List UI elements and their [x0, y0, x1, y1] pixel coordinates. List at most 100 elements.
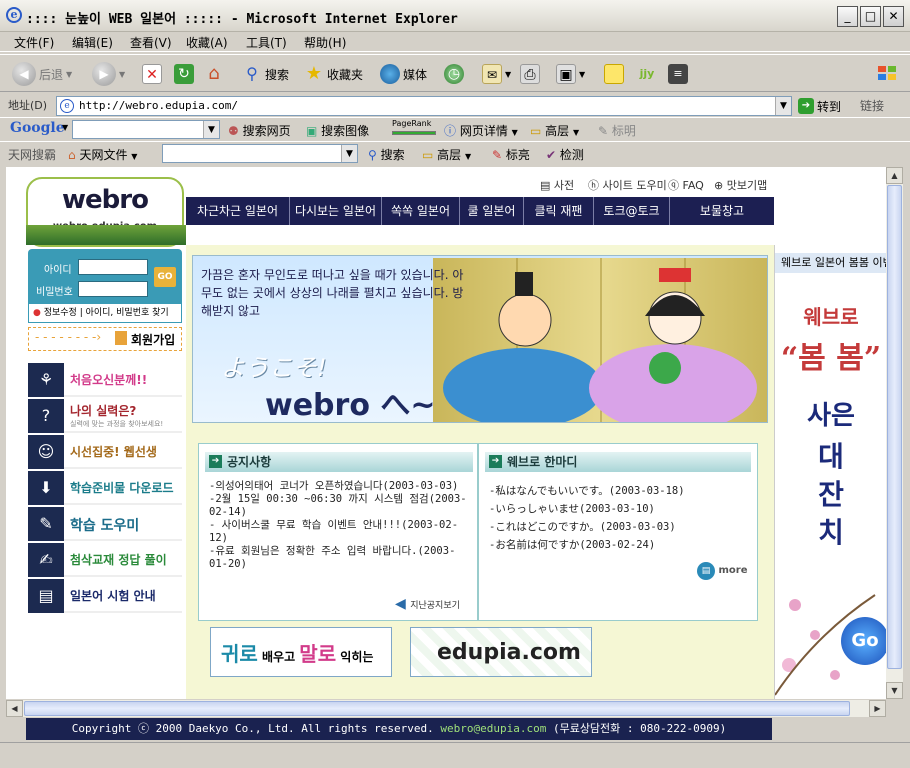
- id-input[interactable]: [78, 259, 148, 275]
- dolls-picture: [443, 258, 757, 422]
- notice-item[interactable]: -의성어의태어 코너가 오픈하였습니다(2003-03-03): [209, 480, 473, 493]
- maximize-button[interactable]: □: [860, 6, 881, 27]
- forward-button[interactable]: ▶ ▼: [92, 61, 125, 87]
- side-item-helper[interactable]: ✎ 학습 도우미: [28, 507, 182, 541]
- chevron-down-icon[interactable]: ▼: [203, 121, 219, 138]
- footer-email-link[interactable]: webro@edupia.com: [440, 722, 546, 735]
- go-button[interactable]: ➔ 转到: [798, 96, 841, 116]
- vertical-scrollbar[interactable]: ▲ ▼: [886, 167, 903, 699]
- notice-item[interactable]: -유료 회원님은 정확한 주소 입력 바랍니다.(2003-01-20): [209, 545, 473, 571]
- nav-item-2[interactable]: 다시보는 일본어: [290, 197, 382, 225]
- refresh-icon[interactable]: ↻: [174, 64, 194, 84]
- tianwang-search-input[interactable]: ▼: [162, 144, 358, 163]
- page-info-button[interactable]: ⓘ 网页详情 ▼: [444, 122, 518, 139]
- nav-item-4[interactable]: 쿨 일본어: [460, 197, 524, 225]
- bookmark-button[interactable]: ✎ 标明: [598, 122, 636, 139]
- address-input[interactable]: e http://webro.edupia.com/: [56, 96, 792, 116]
- scroll-left-icon[interactable]: ◀: [6, 700, 23, 717]
- ie-icon: e: [6, 7, 22, 23]
- more-link[interactable]: ▤ more: [697, 562, 748, 580]
- minimize-button[interactable]: _: [837, 6, 858, 27]
- search-button[interactable]: ⚲ 搜索: [242, 61, 289, 87]
- top-link-faq[interactable]: ⓠ FAQ: [668, 177, 704, 193]
- scroll-right-icon[interactable]: ▶: [869, 700, 886, 717]
- notice-item[interactable]: - 사이버스쿨 무료 학습 이벤트 안내!!!(2003-02-12): [209, 519, 473, 545]
- join-button[interactable]: - - - - - - - -› 회원가입: [28, 327, 182, 351]
- history-icon[interactable]: ◷: [444, 64, 464, 84]
- links-label[interactable]: 链接: [860, 97, 884, 114]
- account-links[interactable]: ● 정보수정 | 아이디, 비밀번호 찾기: [28, 303, 182, 323]
- horizontal-scroll-thumb[interactable]: [24, 701, 850, 716]
- horizontal-scrollbar[interactable]: ◀ ▶: [6, 700, 886, 717]
- hero-banner[interactable]: 가끔은 혼자 무인도로 떠나고 싶을 때가 있습니다. 아무도 없는 곳에서 상…: [192, 255, 768, 423]
- hitokoto-item[interactable]: -お名前は何ですか(2003-02-24): [489, 536, 753, 554]
- search-images-button[interactable]: ▣ 搜索图像: [306, 122, 369, 139]
- banner-edupia[interactable]: edupia.com: [410, 627, 592, 677]
- chevron-down-icon[interactable]: ▼: [62, 123, 68, 132]
- side-item-first-visit[interactable]: ⚘ 처음오신분께!!: [28, 363, 182, 397]
- pagerank-meter[interactable]: PageRank: [392, 119, 436, 138]
- side-item-download[interactable]: ⬇ 학습준비물 다운로드: [28, 471, 182, 505]
- nav-item-7[interactable]: 보물창고: [670, 197, 774, 225]
- nav-item-3[interactable]: 쏙쏙 일본어: [382, 197, 460, 225]
- side-item-level-test[interactable]: ? 나의 실력은? 실력에 맞는 과정을 찾아보세요!: [28, 399, 182, 433]
- side-item-web-teacher[interactable]: ☺ 시선집중! 웹선생: [28, 435, 182, 469]
- mail-button[interactable]: ✉ ▼: [482, 61, 511, 87]
- menu-file[interactable]: 文件(F): [14, 34, 54, 51]
- hero-text: 가끔은 혼자 무인도로 떠나고 싶을 때가 있습니다. 아무도 없는 곳에서 상…: [201, 268, 464, 318]
- address-dropdown[interactable]: ▼: [775, 97, 791, 115]
- nav-item-1[interactable]: 차근차근 일본어: [186, 197, 290, 225]
- chevron-down-icon[interactable]: ▼: [341, 145, 357, 162]
- check-button[interactable]: ✔ 检测: [546, 146, 584, 163]
- tianwang-search-button[interactable]: ⚲ 搜索: [368, 146, 405, 163]
- menu-view[interactable]: 查看(V): [130, 34, 172, 51]
- top-link-preview-map[interactable]: ⊕ 맛보기맵: [714, 177, 767, 193]
- top-link-site-helper[interactable]: ⓗ 사이트 도우미: [588, 177, 667, 193]
- menu-favorites[interactable]: 收藏(A): [186, 34, 228, 51]
- event-line3: 잔: [818, 478, 844, 511]
- nav-item-6[interactable]: 토크@토크: [594, 197, 670, 225]
- binoculars-icon: ⚉: [228, 124, 243, 138]
- hitokoto-item[interactable]: -これはどこのですか。(2003-03-03): [489, 518, 753, 536]
- event-column[interactable]: 웨브로 일본어 봄봄 이벤트 웨브로 “봄 봄” 사은 대 잔 치 Go: [774, 245, 886, 699]
- messenger-icon[interactable]: ≡: [668, 64, 688, 84]
- search-web-button[interactable]: ⚉ 搜索网页: [228, 122, 291, 139]
- event-line1: 사은: [807, 401, 855, 431]
- door-icon: [115, 331, 127, 345]
- print-icon[interactable]: ⎙: [520, 64, 540, 84]
- stop-icon[interactable]: ✕: [142, 64, 162, 84]
- password-input[interactable]: [78, 281, 148, 297]
- event-go-button[interactable]: Go: [841, 617, 886, 665]
- media-button[interactable]: 媒体: [380, 61, 427, 87]
- google-search-input[interactable]: ▼: [72, 120, 220, 139]
- banner-listen-speak[interactable]: 귀로 배우고 말로 익히는: [210, 627, 392, 677]
- nav-item-5[interactable]: 클릭 재팬: [524, 197, 594, 225]
- title-bar[interactable]: e :::: 눈높이 WEB 일본어 ::::: - Microsoft Int…: [0, 0, 910, 32]
- menu-help[interactable]: 帮助(H): [304, 34, 346, 51]
- favorites-button[interactable]: ★ 收藏夹: [304, 61, 363, 87]
- scroll-down-icon[interactable]: ▼: [886, 682, 903, 699]
- note-icon[interactable]: [604, 64, 624, 84]
- close-button[interactable]: ✕: [883, 6, 904, 27]
- jy-icon[interactable]: jjy: [634, 64, 660, 84]
- home-icon[interactable]: ⌂: [204, 64, 224, 84]
- google-logo[interactable]: Google: [10, 120, 65, 136]
- past-notices-link[interactable]: ◀ 지난공지보기: [395, 596, 460, 612]
- vertical-scroll-thumb[interactable]: [887, 185, 902, 669]
- side-item-exam[interactable]: ▤ 일본어 시험 안내: [28, 579, 182, 613]
- mark-button[interactable]: ✎ 标亮: [492, 146, 530, 163]
- menu-tools[interactable]: 工具(T): [246, 34, 287, 51]
- notice-item[interactable]: -2월 15일 00:30 ~06:30 까지 시스템 점검(2003-02-1…: [209, 493, 473, 519]
- back-button[interactable]: ◀ 后退 ▼: [12, 61, 72, 87]
- scroll-up-icon[interactable]: ▲: [886, 167, 903, 184]
- hitokoto-item[interactable]: -私はなんでもいいです。(2003-03-18): [489, 482, 753, 500]
- login-go-button[interactable]: GO: [154, 267, 176, 287]
- side-item-answers[interactable]: ✍ 첨삭교재 정답 풀이: [28, 543, 182, 577]
- tianwang-files-button[interactable]: ⌂ 天网文件 ▼: [68, 146, 137, 163]
- hitokoto-item[interactable]: -いらっしゃいませ(2003-03-10): [489, 500, 753, 518]
- highlight-button[interactable]: ▭ 高层 ▼: [530, 122, 579, 139]
- tianwang-highlight-button[interactable]: ▭ 高层 ▼: [422, 146, 471, 163]
- menu-edit[interactable]: 编辑(E): [72, 34, 113, 51]
- edit-button[interactable]: ▣ ▼: [556, 61, 585, 87]
- top-link-dictionary[interactable]: ▤ 사전: [540, 177, 574, 193]
